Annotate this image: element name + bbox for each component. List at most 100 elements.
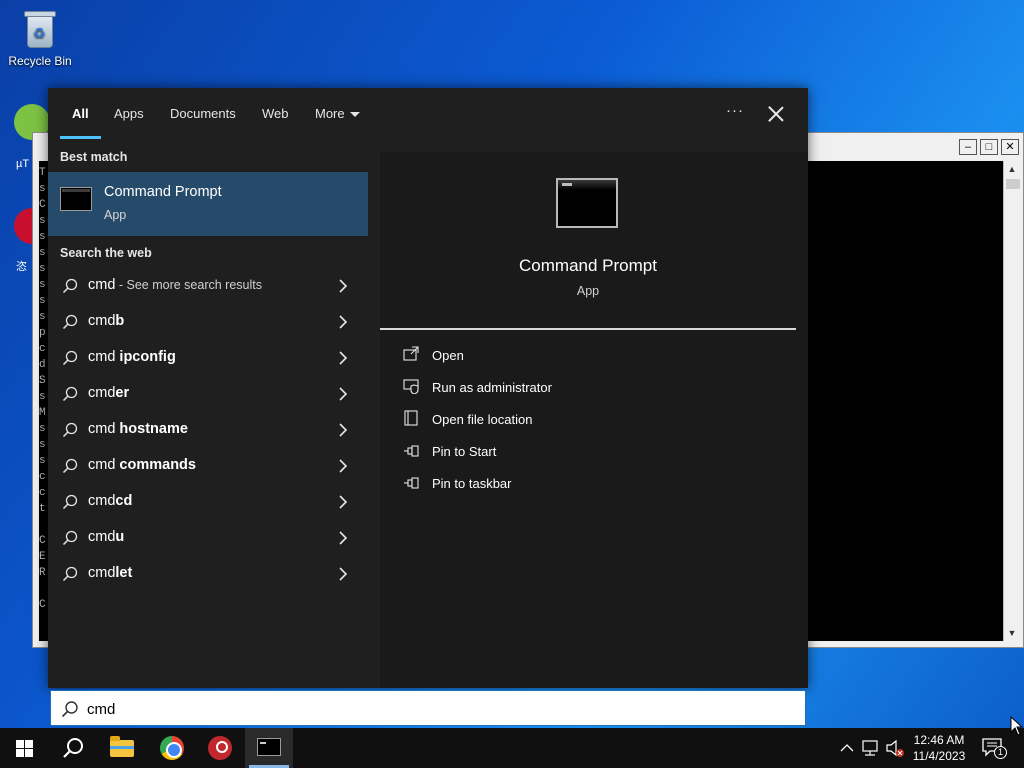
action-pin-to-start[interactable]: Pin to Start [402, 440, 782, 464]
scroll-down-arrow[interactable]: ▼ [1004, 625, 1020, 641]
result-query-text: cmd [88, 277, 116, 293]
result-query-text: cmd [88, 493, 116, 509]
scroll-thumb[interactable] [1005, 179, 1020, 189]
taskbar-command-prompt[interactable] [245, 728, 293, 768]
tab-all[interactable]: All [72, 106, 89, 121]
active-tab-indicator [60, 136, 101, 139]
chevron-right-icon [339, 459, 348, 473]
chevron-down-icon [349, 112, 360, 118]
chevron-right-icon [339, 315, 348, 329]
action-open[interactable]: Open [402, 344, 782, 368]
search-icon [62, 566, 78, 582]
search-box[interactable] [50, 690, 806, 726]
close-search-button[interactable] [764, 102, 788, 126]
search-icon [62, 386, 78, 402]
tab-more[interactable]: More [315, 106, 360, 121]
best-match-item[interactable]: Command Prompt App [48, 172, 368, 236]
web-result-text: cmdcd [88, 493, 132, 509]
clock-time: 12:46 AM [913, 733, 965, 747]
tab-apps[interactable]: Apps [114, 106, 144, 121]
scroll-up-arrow[interactable]: ▲ [1004, 161, 1020, 177]
action-label: Pin to Start [432, 444, 497, 459]
action-pin-to-taskbar[interactable]: Pin to taskbar [402, 472, 782, 496]
result-query-text: cmd [88, 349, 120, 365]
taskbar-steam[interactable] [196, 728, 244, 768]
web-result-row[interactable]: cmdlet [48, 556, 368, 592]
tab-documents[interactable]: Documents [170, 106, 236, 121]
web-result-text: cmder [88, 385, 129, 401]
taskbar-search-button[interactable] [48, 728, 96, 768]
web-result-row[interactable]: cmd - See more search results [48, 268, 368, 304]
notification-count-badge: 1 [994, 746, 1007, 759]
chevron-right-icon [339, 387, 348, 401]
taskbar-clock[interactable]: 12:46 AM 11/4/2023 [908, 732, 970, 764]
pin-icon [404, 445, 419, 457]
chevron-right-icon [339, 567, 348, 581]
search-icon [62, 314, 78, 330]
action-label: Open [432, 348, 464, 363]
web-result-row[interactable]: cmd commands [48, 448, 368, 484]
best-match-heading: Best match [60, 150, 128, 164]
search-input[interactable] [87, 697, 687, 721]
search-panel: All Apps Documents Web More ··· Best mat… [48, 88, 808, 688]
taskbar-file-explorer[interactable] [98, 728, 146, 768]
action-label: Run as administrator [432, 380, 552, 395]
search-icon [62, 350, 78, 366]
start-button[interactable] [0, 728, 48, 768]
web-result-row[interactable]: cmdcd [48, 484, 368, 520]
recycle-bin-label: Recycle Bin [8, 54, 72, 68]
filter-bar: All Apps Documents Web More ··· [48, 88, 808, 140]
steam-icon [208, 736, 232, 760]
notification-center-button[interactable]: 1 [980, 736, 1007, 760]
chevron-right-icon [339, 351, 348, 365]
result-suggestion-text: hostname [119, 421, 188, 437]
console-window-controls: – □ ✕ [959, 139, 1023, 155]
web-result-text: cmd hostname [88, 421, 188, 437]
result-suggestion-text: cd [115, 493, 133, 509]
taskbar-chrome[interactable] [148, 728, 196, 768]
web-result-row[interactable]: cmdu [48, 520, 368, 556]
recycle-bin-icon: ♻ [21, 8, 59, 50]
search-icon [62, 278, 78, 294]
search-icon [62, 458, 78, 474]
web-result-text: cmd - See more search results [88, 277, 262, 293]
result-suggestion-text: let [115, 565, 133, 581]
recycle-bin-desktop-icon[interactable]: ♻ Recycle Bin [2, 8, 78, 68]
volume-muted-icon[interactable] [884, 728, 906, 768]
web-result-text: cmd commands [88, 457, 196, 473]
result-query-text: cmd [88, 313, 116, 329]
taskbar: 12:46 AM 11/4/2023 1 [0, 728, 1024, 768]
web-result-row[interactable]: cmdb [48, 304, 368, 340]
close-window-button[interactable]: ✕ [1001, 139, 1019, 155]
web-result-text: cmd ipconfig [88, 349, 176, 365]
web-result-row[interactable]: cmd hostname [48, 412, 368, 448]
web-result-row[interactable]: cmd ipconfig [48, 340, 368, 376]
search-web-heading: Search the web [60, 246, 152, 260]
more-options-button[interactable]: ··· [724, 102, 746, 124]
web-result-text: cmdu [88, 529, 124, 545]
search-icon [61, 701, 78, 718]
tab-web[interactable]: Web [262, 106, 289, 121]
preview-title: Command Prompt [519, 256, 657, 275]
search-icon [62, 422, 78, 438]
console-scrollbar[interactable]: ▲ ▼ [1003, 161, 1021, 641]
results-list: Best match Command Prompt App Search the… [48, 140, 378, 688]
result-query-text: cmd [88, 565, 116, 581]
result-query-text: cmd [88, 385, 116, 401]
chrome-icon [160, 736, 184, 760]
network-icon[interactable] [860, 728, 882, 768]
best-match-subtitle: App [104, 208, 127, 222]
action-run-as-administrator[interactable]: Run as administrator [402, 376, 782, 400]
maximize-button[interactable]: □ [980, 139, 998, 155]
action-label: Open file location [432, 412, 533, 427]
chevron-up-icon[interactable] [838, 728, 856, 768]
preview-pane: Command Prompt App Open Run as administra… [380, 152, 808, 688]
chevron-right-icon [339, 531, 348, 545]
result-query-text: cmd [88, 457, 120, 473]
action-open-file-location[interactable]: Open file location [402, 408, 782, 432]
result-suggestion-text: er [115, 385, 130, 401]
utorrent-label: µT [16, 158, 30, 170]
web-result-row[interactable]: cmder [48, 376, 368, 412]
minimize-button[interactable]: – [959, 139, 977, 155]
red-app-label: 恣 [16, 261, 27, 273]
